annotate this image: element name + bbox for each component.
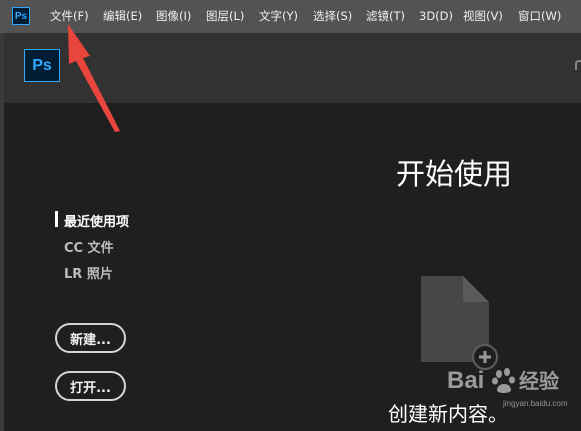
menu-3d[interactable]: 3D(D): [419, 8, 453, 24]
annotation-arrow-icon: [68, 24, 120, 132]
open-button[interactable]: 打开...: [55, 371, 126, 401]
menu-select[interactable]: 选择(S): [313, 8, 352, 24]
menu-filter[interactable]: 滤镜(T): [366, 8, 405, 24]
nav-item-cc-files[interactable]: CC 文件: [64, 237, 114, 256]
svg-text:Bai: Bai: [447, 367, 484, 394]
svg-text:经验: 经验: [519, 369, 559, 393]
menu-window[interactable]: 窗口(W): [518, 8, 561, 24]
photoshop-logo: Ps: [24, 49, 60, 82]
menu-image[interactable]: 图像(I): [156, 8, 191, 24]
page-title: 开始使用: [396, 157, 513, 191]
nav-item-lr-photos[interactable]: LR 照片: [64, 263, 113, 282]
search-icon[interactable]: [575, 60, 581, 70]
nav-item-recent[interactable]: 最近使用项: [64, 211, 129, 230]
svg-text:jingyan.baidu.com: jingyan.baidu.com: [502, 399, 568, 408]
nav-active-indicator: [55, 211, 58, 227]
menu-type[interactable]: 文字(Y): [259, 8, 298, 24]
new-button[interactable]: 新建...: [55, 323, 126, 353]
menu-view[interactable]: 视图(V): [463, 8, 503, 24]
baidu-watermark-icon: Bai 经验 jingyan.baidu.com: [447, 367, 568, 408]
menu-layer[interactable]: 图层(L): [206, 8, 244, 24]
photoshop-app-icon[interactable]: Ps: [12, 7, 30, 25]
